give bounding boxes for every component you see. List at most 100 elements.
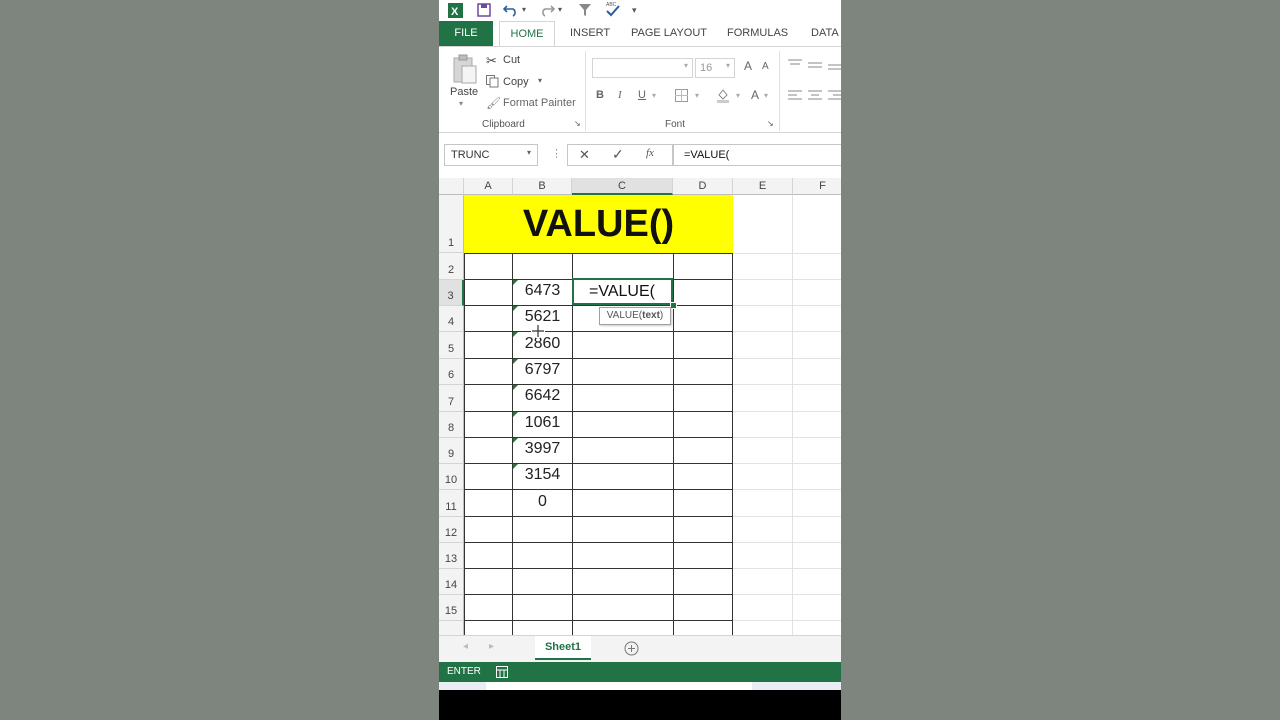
tab-file[interactable]: FILE [439, 21, 493, 46]
cell-b11[interactable]: 0 [513, 493, 572, 511]
cell-b6[interactable]: 6797 [513, 361, 572, 379]
grow-font-icon[interactable]: A [744, 59, 752, 73]
borders-icon[interactable] [675, 89, 688, 102]
fill-color-dropdown-icon[interactable]: ▾ [736, 91, 740, 100]
letterbox-bar [439, 690, 841, 720]
macro-record-icon[interactable] [496, 666, 508, 678]
row-header-10[interactable]: 10 [439, 464, 464, 490]
cell-b3[interactable]: 6473 [513, 282, 572, 300]
font-group-label: Font [665, 119, 686, 130]
font-size-dropdown-icon[interactable]: ▾ [726, 61, 730, 70]
cell-b9[interactable]: 3997 [513, 440, 572, 458]
tab-formulas[interactable]: FORMULAS [727, 21, 788, 46]
row-header-5[interactable]: 5 [439, 332, 464, 359]
align-bottom-icon[interactable] [828, 62, 841, 72]
filter-icon[interactable] [578, 3, 592, 17]
scroll-sheets-right-icon[interactable]: ▸ [489, 641, 494, 652]
enter-icon[interactable]: ✓ [612, 146, 624, 163]
col-header-f[interactable]: F [793, 178, 841, 195]
align-middle-icon[interactable] [808, 60, 822, 70]
col-header-e[interactable]: E [733, 178, 793, 195]
cell-b8[interactable]: 1061 [513, 414, 572, 432]
cut-button[interactable]: Cut [503, 54, 520, 66]
row-header-8[interactable]: 8 [439, 412, 464, 438]
fill-handle[interactable] [670, 302, 677, 309]
undo-icon[interactable] [503, 3, 519, 17]
font-color-dropdown-icon[interactable]: ▾ [764, 91, 768, 100]
row-header-15[interactable]: 15 [439, 595, 464, 621]
cell-b10[interactable]: 3154 [513, 466, 572, 484]
align-top-icon[interactable] [788, 59, 802, 69]
tab-page-layout[interactable]: PAGE LAYOUT [631, 21, 707, 46]
spelling-icon[interactable]: ABC [605, 0, 621, 18]
active-cell-c3[interactable]: =VALUE( [572, 278, 673, 305]
undo-dropdown-icon[interactable]: ▾ [522, 2, 526, 18]
row-header-11[interactable]: 11 [439, 490, 464, 517]
svg-text:ABC: ABC [606, 2, 617, 8]
borders-dropdown-icon[interactable]: ▾ [695, 91, 699, 100]
align-left-icon[interactable] [788, 90, 802, 101]
font-launcher-icon[interactable]: ↘ [767, 119, 774, 128]
status-mode: ENTER [447, 666, 481, 677]
worksheet-grid[interactable]: A B C D E F 1 2 3 4 5 6 7 8 9 10 11 12 1… [439, 178, 841, 635]
ribbon-tabs: FILE HOME INSERT PAGE LAYOUT FORMULAS DA… [439, 21, 841, 46]
row-header-4[interactable]: 4 [439, 306, 464, 332]
col-header-a[interactable]: A [464, 178, 513, 195]
col-header-c[interactable]: C [572, 178, 673, 195]
insert-function-icon[interactable]: fx [646, 147, 654, 159]
underline-button[interactable]: U [638, 89, 646, 101]
tooltip-argument[interactable]: text [642, 310, 660, 321]
tab-insert[interactable]: INSERT [570, 21, 610, 46]
save-icon[interactable] [477, 3, 491, 17]
formula-input[interactable]: =VALUE( [673, 144, 841, 166]
row-header-14[interactable]: 14 [439, 569, 464, 595]
font-name-dropdown-icon[interactable]: ▾ [684, 61, 688, 70]
customize-qat-icon[interactable]: ▾ [632, 2, 637, 18]
tab-data[interactable]: DATA [811, 21, 839, 46]
format-painter-button[interactable]: Format Painter [503, 97, 576, 109]
cell-b7[interactable]: 6642 [513, 387, 572, 405]
col-header-d[interactable]: D [673, 178, 733, 195]
align-right-icon[interactable] [828, 90, 841, 101]
scroll-sheets-left-icon[interactable]: ◂ [463, 641, 468, 652]
underline-dropdown-icon[interactable]: ▾ [652, 91, 656, 100]
name-box-dropdown-icon[interactable]: ▾ [527, 148, 531, 157]
row-header-16-partial[interactable] [439, 621, 464, 635]
row-header-12[interactable]: 12 [439, 517, 464, 543]
fill-color-icon[interactable] [716, 88, 730, 103]
row-header-6[interactable]: 6 [439, 359, 464, 385]
select-all-corner[interactable] [439, 178, 464, 195]
clipboard-group-label: Clipboard [482, 119, 525, 130]
font-color-icon[interactable]: A [751, 88, 759, 102]
row-header-7[interactable]: 7 [439, 385, 464, 412]
taskbar-segment [486, 682, 752, 690]
redo-dropdown-icon[interactable]: ▾ [558, 2, 562, 18]
status-bar: ENTER [439, 662, 841, 682]
copy-button[interactable]: Copy [503, 76, 529, 88]
sheet-tab-sheet1[interactable]: Sheet1 [535, 636, 591, 660]
tab-home[interactable]: HOME [499, 21, 555, 46]
italic-button[interactable]: I [618, 89, 622, 101]
bold-button[interactable]: B [596, 89, 604, 101]
font-name-select[interactable] [592, 58, 693, 78]
paste-icon[interactable] [451, 54, 477, 84]
cut-icon: ✂ [486, 53, 497, 68]
copy-dropdown-icon[interactable]: ▾ [538, 76, 542, 85]
row-header-1[interactable]: 1 [439, 195, 464, 253]
taskbar-strip [439, 682, 841, 690]
row-header-9[interactable]: 9 [439, 438, 464, 464]
sheet-title-cell[interactable]: VALUE() [464, 195, 733, 253]
row-header-2[interactable]: 2 [439, 253, 464, 280]
clipboard-launcher-icon[interactable]: ↘ [574, 119, 581, 128]
row-header-13[interactable]: 13 [439, 543, 464, 569]
paste-button[interactable]: Paste [450, 86, 478, 98]
paste-dropdown-icon[interactable]: ▾ [459, 99, 463, 108]
align-center-icon[interactable] [808, 90, 822, 101]
redo-icon[interactable] [539, 3, 555, 17]
col-header-b[interactable]: B [513, 178, 572, 195]
name-box[interactable]: TRUNC [444, 144, 538, 166]
new-sheet-icon[interactable] [624, 641, 639, 656]
row-header-3[interactable]: 3 [439, 280, 464, 306]
cancel-icon[interactable]: ✕ [579, 147, 590, 163]
shrink-font-icon[interactable]: A [762, 61, 769, 72]
